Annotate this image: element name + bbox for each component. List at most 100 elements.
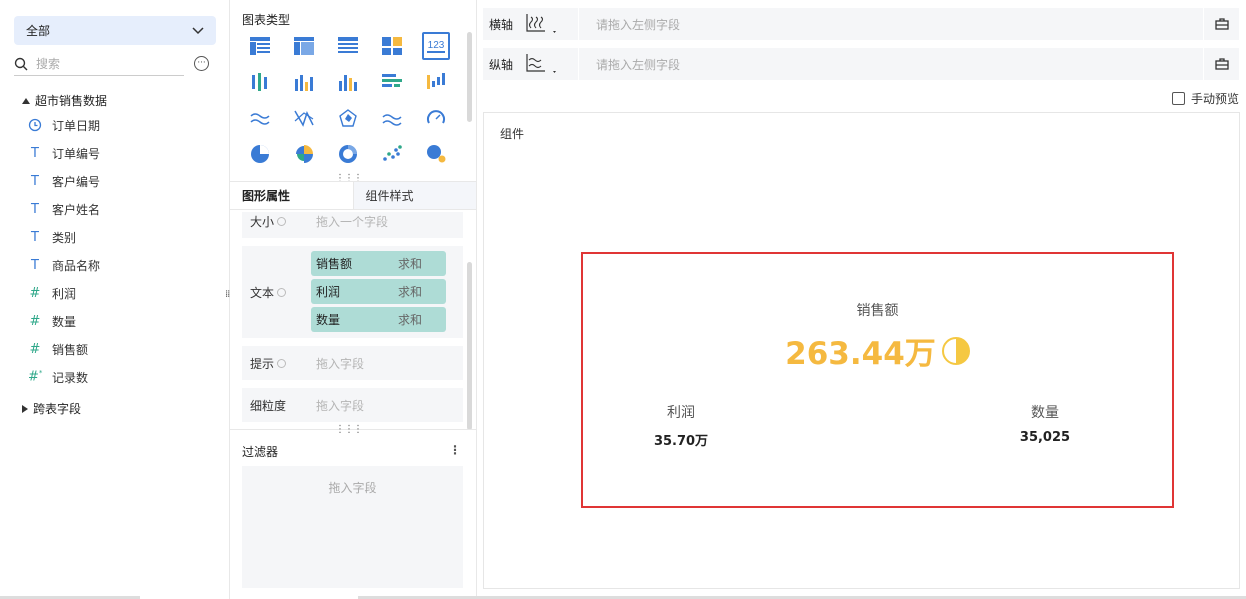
y-axis-label: 纵轴 (489, 57, 514, 72)
field-label: 销售额 (52, 342, 89, 357)
text-field-pill[interactable]: 数量 求和 (311, 307, 446, 332)
detail-table-icon[interactable] (334, 32, 362, 60)
table-chart-icon[interactable] (246, 32, 274, 60)
kpi-card-icon[interactable]: 123 (422, 32, 450, 60)
text-type-icon: T (31, 229, 39, 245)
field-item[interactable]: T 客户编号 (28, 167, 218, 195)
text-type-icon: T (31, 173, 39, 189)
field-label: 数量 (52, 314, 77, 329)
scatter-plot-icon[interactable] (378, 140, 406, 168)
pill-aggregation[interactable]: 求和 (398, 311, 422, 328)
svg-text:123: 123 (428, 40, 445, 51)
collapsed-triangle-icon (22, 404, 28, 413)
bubble-chart-icon[interactable] (422, 140, 450, 168)
size-label: 大小 (250, 213, 287, 230)
kpi-main-label: 销售额 (856, 303, 899, 319)
chevron-down-icon (192, 26, 204, 34)
tooltip-placeholder: 拖入字段 (316, 356, 365, 371)
radar-line-icon[interactable] (290, 104, 318, 132)
resize-handle-icon[interactable]: ⋮⋮⋮ (335, 424, 363, 435)
expanded-triangle-icon (22, 97, 30, 104)
tab-component-style[interactable]: 组件样式 (353, 182, 476, 209)
granularity-label: 细粒度 (250, 398, 287, 413)
granularity-drop-zone[interactable]: 细粒度 拖入字段 (242, 388, 463, 422)
more-options-icon[interactable]: ··· (194, 56, 209, 71)
field-item[interactable]: #* 记录数 (28, 363, 218, 391)
tab-graph-props[interactable]: 图形属性 (230, 182, 354, 209)
kpi-sub-value: 35.70万 (653, 434, 709, 449)
manual-preview-checkbox[interactable] (1172, 92, 1185, 105)
field-item[interactable]: T 商品名称 (28, 251, 218, 279)
column-chart-icon[interactable] (290, 68, 318, 96)
text-field-pill[interactable]: 利润 求和 (311, 279, 446, 304)
pill-aggregation[interactable]: 求和 (398, 255, 422, 272)
field-label: 订单编号 (52, 146, 101, 161)
axis-separator (578, 8, 579, 40)
line-chart-icon[interactable] (246, 104, 274, 132)
bar-chart-icon[interactable] (378, 68, 406, 96)
size-drop-zone[interactable]: 大小 拖入一个字段 (242, 212, 463, 238)
x-axis-drop-zone[interactable]: 横轴 请拖入左侧字段 (483, 8, 1239, 40)
half-circle-icon (941, 336, 970, 365)
chart-grid-scrollbar[interactable] (467, 32, 472, 122)
field-label: 类别 (52, 230, 77, 245)
field-item[interactable]: # 数量 (28, 307, 218, 335)
tree-group-supermarket[interactable]: 超市销售数据 (22, 92, 107, 109)
y-axis-drop-zone[interactable]: 纵轴 请拖入左侧字段 (483, 48, 1239, 80)
panel-resize-handle[interactable]: ⁞⁞ (225, 290, 230, 300)
dataset-dropdown-label: 全部 (26, 24, 51, 38)
search-icon (14, 57, 28, 70)
toolbox-icon[interactable] (1203, 8, 1239, 40)
gauge-icon[interactable] (422, 104, 450, 132)
field-item[interactable]: 订单日期 (28, 111, 218, 139)
text-type-icon: T (31, 257, 39, 273)
manual-preview-toggle[interactable]: 手动预览 (1172, 90, 1239, 107)
donut-chart-icon[interactable] (334, 140, 362, 168)
field-search-input[interactable]: 搜索 (14, 52, 184, 76)
record-count-icon: #* (28, 369, 43, 385)
dataset-dropdown[interactable]: 全部 (14, 16, 216, 45)
field-item[interactable]: T 客户姓名 (28, 195, 218, 223)
component-title: 组件 (500, 127, 525, 141)
field-item[interactable]: T 订单编号 (28, 139, 218, 167)
x-axis-type-icon[interactable] (525, 13, 557, 38)
grouped-bar-icon[interactable] (246, 68, 274, 96)
treemap-icon[interactable] (378, 32, 406, 60)
text-field-pill[interactable]: 销售额 求和 (311, 251, 446, 276)
waterfall-icon[interactable] (422, 68, 450, 96)
field-item[interactable]: # 利润 (28, 279, 218, 307)
divider (476, 0, 477, 599)
pie-chart-icon[interactable] (246, 140, 274, 168)
field-item[interactable]: # 销售额 (28, 335, 218, 363)
filter-placeholder: 拖入字段 (328, 481, 377, 495)
y-axis-placeholder: 请拖入左侧字段 (596, 57, 681, 72)
tree-group-label: 超市销售数据 (35, 94, 108, 108)
kpi-widget[interactable]: 销售额 263.44万 利润 35.70万 数量 35,025 (581, 252, 1174, 508)
kpi-sub-metric: 利润 35.70万 (621, 402, 741, 449)
y-axis-type-icon[interactable] (525, 53, 557, 78)
number-type-icon: # (29, 285, 41, 301)
pill-field: 数量 (316, 313, 341, 327)
stacked-column-icon[interactable] (334, 68, 362, 96)
props-scrollbar[interactable] (467, 262, 472, 430)
radar-chart-icon[interactable] (334, 104, 362, 132)
field-item[interactable]: T 类别 (28, 223, 218, 251)
tooltip-drop-zone[interactable]: 提示 拖入字段 (242, 346, 463, 380)
text-type-icon: T (31, 201, 39, 217)
area-chart-icon[interactable] (378, 104, 406, 132)
tree-group-cross-table[interactable]: 跨表字段 (22, 400, 81, 417)
pill-aggregation[interactable]: 求和 (398, 283, 422, 300)
filter-menu-icon[interactable]: ⋮ (449, 443, 461, 457)
gear-icon (277, 358, 287, 368)
manual-preview-label: 手动预览 (1191, 92, 1240, 106)
x-axis-label: 横轴 (489, 17, 514, 32)
tree-group-label: 跨表字段 (33, 402, 82, 416)
search-placeholder: 搜索 (36, 57, 61, 71)
field-label: 客户姓名 (52, 202, 101, 217)
toolbox-icon[interactable] (1203, 48, 1239, 80)
chart-types-title: 图表类型 (242, 13, 291, 27)
cross-table-icon[interactable] (290, 32, 318, 60)
kpi-sub-metric: 数量 35,025 (985, 402, 1105, 445)
filter-drop-zone[interactable]: 拖入字段 (242, 466, 463, 588)
rose-chart-icon[interactable] (290, 140, 318, 168)
